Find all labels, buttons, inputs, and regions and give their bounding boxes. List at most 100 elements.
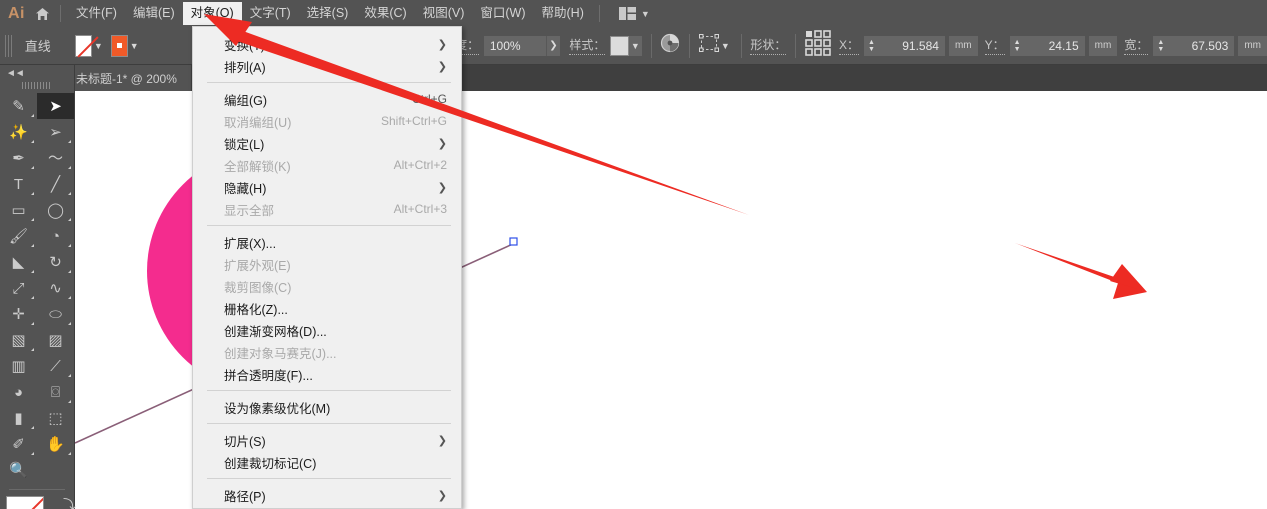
menu-item-18[interactable]: 创建裁切标记(C) [193, 451, 461, 473]
symbol-sprayer-tool[interactable]: ⌼ [37, 379, 74, 405]
graphic-style-swatch[interactable] [610, 36, 629, 56]
hand-tool[interactable]: ✋ [37, 431, 74, 457]
width-input[interactable]: 67.503 [1168, 36, 1234, 56]
menu-9[interactable]: 帮助(H) [534, 2, 592, 25]
rectangle-tool[interactable]: ▭ [0, 197, 37, 223]
menu-item-3[interactable]: 编组(G)Ctrl+G [193, 88, 461, 110]
fill-swatch[interactable] [6, 496, 44, 509]
mesh-tool[interactable]: ▨ [37, 327, 74, 353]
tools-panel: ◄◄ ✎ ➤✨➢✒〜 T ╱ ▭ ◯🖌◔◣↻⤢∿✛⬭▧▨▥⟋◕⌼▮⬚✐ ✋ 🔍 ⤵ [0, 65, 75, 509]
menu-3[interactable]: 对象(O) [183, 2, 242, 25]
reference-point-grid-icon[interactable] [805, 30, 831, 61]
menu-item-label: 创建裁切标记(C) [224, 453, 447, 472]
menu-item-7[interactable]: 隐藏(H)❯ [193, 176, 461, 198]
rectangle-tool-icon: ▭ [11, 203, 25, 218]
recolor-artwork-icon[interactable] [660, 33, 680, 58]
app-logo: Ai [0, 0, 31, 27]
menu-5[interactable]: 选择(S) [299, 2, 357, 25]
menu-8[interactable]: 窗口(W) [472, 2, 533, 25]
width-label: 宽： [1124, 36, 1148, 55]
x-input[interactable]: 91.584 [879, 36, 945, 56]
eyedropper-tool[interactable]: ⟋ [37, 353, 74, 379]
menu-item-1[interactable]: 变换(T)❯ [193, 33, 461, 55]
menu-item-13[interactable]: 创建渐变网格(D)... [193, 319, 461, 341]
shape-builder-tool[interactable]: ◔ [37, 223, 74, 249]
free-transform-tool[interactable]: ✛ [0, 301, 37, 327]
line-segment-tool-icon: ╱ [51, 177, 60, 192]
zoom-tool[interactable]: 🔍 [0, 457, 37, 483]
submenu-chevron-icon: ❯ [438, 137, 447, 150]
menu-item-label: 创建对象马赛克(J)... [224, 343, 447, 362]
object-menu-dropdown[interactable]: 变换(T)❯排列(A)❯ 编组(G)Ctrl+G取消编组(U)Shift+Ctrl… [192, 26, 462, 509]
x-stepper[interactable]: ▲▼ [864, 36, 879, 56]
menu-2[interactable]: 编辑(E) [125, 2, 183, 25]
transform-icon[interactable] [699, 34, 719, 57]
type-tool-icon: T [14, 177, 23, 192]
collapse-panel-icon[interactable]: ◄◄ [0, 65, 74, 79]
shaper-tool-icon: ✎ [12, 99, 25, 114]
direct-selection-tool[interactable]: ➢ [37, 119, 74, 145]
scale-tool[interactable]: ⤢ [0, 275, 37, 301]
options-bar-grip[interactable] [5, 35, 13, 57]
curvature-tool[interactable]: 〜 [37, 145, 74, 171]
options-divider-1 [651, 34, 652, 58]
menubar-divider [60, 5, 61, 22]
width-tool[interactable]: ∿ [37, 275, 74, 301]
paintbrush-tool[interactable]: 🖌 [0, 223, 37, 249]
pen-tool[interactable]: ✒ [0, 145, 37, 171]
menu-item-9[interactable]: 扩展(X)... [193, 231, 461, 253]
y-stepper[interactable]: ▲▼ [1010, 36, 1025, 56]
tools-panel-grip[interactable] [22, 82, 52, 89]
tool-flyout-indicator [68, 400, 71, 403]
menu-item-17[interactable]: 切片(S)❯ [193, 429, 461, 451]
submenu-chevron-icon: ❯ [438, 434, 447, 447]
selection-tool[interactable]: ➤ [37, 93, 74, 119]
shaper-tool[interactable]: ✎ [0, 93, 37, 119]
width-stepper[interactable]: ▲▼ [1153, 36, 1168, 56]
eraser-tool[interactable]: ◣ [0, 249, 37, 275]
document-tab[interactable]: 未标题-1* @ 200% [62, 65, 191, 91]
submenu-chevron-icon: ❯ [438, 60, 447, 73]
opacity-input[interactable]: 100% [484, 36, 546, 56]
puppet-warp-tool[interactable]: ⬭ [37, 301, 74, 327]
menu-4[interactable]: 文字(T) [242, 2, 299, 25]
hand-tool-icon: ✋ [46, 437, 65, 452]
menu-7[interactable]: 视图(V) [415, 2, 473, 25]
type-tool[interactable]: T [0, 171, 37, 197]
menu-item-2[interactable]: 排列(A)❯ [193, 55, 461, 77]
tool-flyout-indicator [31, 452, 34, 455]
menu-item-4: 取消编组(U)Shift+Ctrl+G [193, 110, 461, 132]
menu-separator [207, 423, 451, 424]
rotate-tool[interactable]: ↻ [37, 249, 74, 275]
tool-flyout-indicator [31, 270, 34, 273]
menu-item-15[interactable]: 拼合透明度(F)... [193, 363, 461, 385]
perspective-grid-tool[interactable]: ▧ [0, 327, 37, 353]
line-segment-tool[interactable]: ╱ [37, 171, 74, 197]
stroke-swatch-chevron-icon[interactable]: ▼ [128, 35, 140, 57]
x-label: X： [839, 36, 859, 55]
gradient-tool[interactable]: ▥ [0, 353, 37, 379]
fill-swatch-button[interactable] [75, 35, 93, 57]
menu-1[interactable]: 文件(F) [68, 2, 125, 25]
tool-flyout-indicator [31, 426, 34, 429]
blend-tool[interactable]: ◕ [0, 379, 37, 405]
menu-item-19[interactable]: 路径(P)❯ [193, 484, 461, 506]
artboard-tool[interactable]: ⬚ [37, 405, 74, 431]
menu-item-5[interactable]: 锁定(L)❯ [193, 132, 461, 154]
ellipse-tool[interactable]: ◯ [37, 197, 74, 223]
slice-tool[interactable]: ✐ [0, 431, 37, 457]
style-chevron-icon[interactable]: ▼ [629, 36, 641, 56]
swap-fill-stroke-icon[interactable]: ⤵ [63, 494, 76, 509]
opacity-flyout-arrow-icon[interactable]: ❯ [546, 36, 560, 56]
transform-chevron-icon[interactable]: ▼ [719, 35, 731, 57]
home-icon[interactable] [31, 0, 53, 27]
workspace-switcher[interactable]: ▼ [613, 7, 656, 20]
menu-item-16[interactable]: 设为像素级优化(M) [193, 396, 461, 418]
menu-item-12[interactable]: 栅格化(Z)... [193, 297, 461, 319]
stroke-swatch-button[interactable] [111, 35, 129, 57]
tool-flyout-indicator [31, 166, 34, 169]
menu-6[interactable]: 效果(C) [356, 2, 414, 25]
y-input[interactable]: 24.15 [1025, 36, 1085, 56]
column-graph-tool[interactable]: ▮ [0, 405, 37, 431]
magic-wand-tool[interactable]: ✨ [0, 119, 37, 145]
